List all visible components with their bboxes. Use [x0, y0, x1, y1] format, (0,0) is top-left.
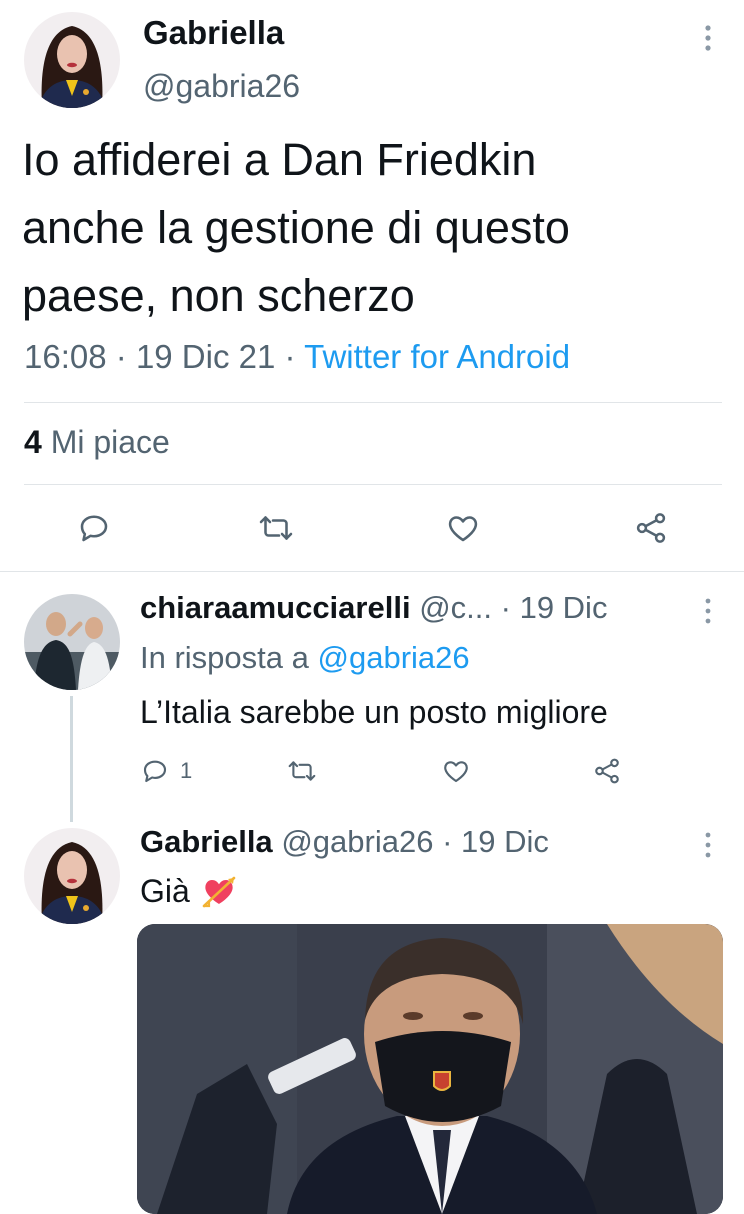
- attached-photo[interactable]: [137, 924, 723, 1214]
- retweet-icon[interactable]: [256, 510, 296, 546]
- author-handle[interactable]: @gabria26: [281, 824, 433, 859]
- reply-icon[interactable]: [76, 510, 112, 546]
- divider: [24, 402, 722, 403]
- like-icon[interactable]: [444, 510, 482, 546]
- reply-count: 1: [180, 758, 193, 783]
- reply-header: chiaraamucciarelli @c... · 19 Dic: [140, 590, 607, 626]
- avatar[interactable]: [24, 828, 120, 924]
- heart-arrow-emoji: [200, 872, 238, 910]
- divider: [0, 571, 744, 572]
- reply-date[interactable]: 19 Dic: [461, 824, 549, 859]
- tweet-meta: 16:08 · 19 Dic 21 · Twitter for Android: [24, 338, 570, 376]
- avatar[interactable]: [24, 12, 120, 108]
- in-reply-prefix: In risposta a: [140, 640, 309, 675]
- reply-icon: [140, 756, 170, 786]
- meta-separator: ·: [284, 338, 296, 375]
- likes-stat[interactable]: 4 Mi piace: [24, 424, 170, 461]
- reply-text: L’Italia sarebbe un posto migliore: [140, 694, 608, 730]
- in-reply-handle[interactable]: @gabria26: [318, 640, 470, 675]
- author-handle[interactable]: @c...: [419, 590, 492, 625]
- in-reply-to: In risposta a @gabria26: [140, 640, 470, 676]
- meta-separator: ·: [115, 338, 127, 375]
- share-icon[interactable]: [592, 756, 622, 786]
- more-icon[interactable]: [698, 596, 718, 626]
- more-icon[interactable]: [698, 830, 718, 860]
- author-handle[interactable]: @gabria26: [143, 68, 300, 105]
- reply-text: Già: [140, 872, 238, 910]
- like-icon[interactable]: [441, 756, 471, 786]
- reply-date[interactable]: 19 Dic: [520, 590, 608, 625]
- divider: [24, 484, 722, 485]
- author-name[interactable]: Gabriella: [140, 824, 273, 859]
- reply-text-content: Già: [140, 872, 190, 909]
- tweet-time[interactable]: 16:08: [24, 338, 107, 375]
- tweet-date[interactable]: 19 Dic 21: [136, 338, 275, 375]
- tweet-text-line: anche la gestione di questo: [22, 202, 570, 253]
- tweet-text: Io affiderei a Dan Friedkin anche la ges…: [22, 126, 570, 330]
- author-name[interactable]: chiaraamucciarelli: [140, 590, 411, 625]
- avatar[interactable]: [24, 594, 120, 690]
- tweet-text-line: paese, non scherzo: [22, 270, 415, 321]
- tweet-source[interactable]: Twitter for Android: [304, 338, 570, 375]
- tweet-text-line: Io affiderei a Dan Friedkin: [22, 134, 537, 185]
- likes-count: 4: [24, 424, 42, 460]
- author-name[interactable]: Gabriella: [143, 14, 284, 52]
- likes-label: Mi piace: [50, 424, 170, 460]
- reply-button[interactable]: 1: [140, 756, 192, 786]
- meta-separator: ·: [442, 824, 453, 859]
- share-icon[interactable]: [632, 510, 670, 546]
- thread-line: [70, 696, 73, 822]
- retweet-icon[interactable]: [286, 756, 318, 786]
- meta-separator: ·: [500, 590, 511, 625]
- more-icon[interactable]: [698, 22, 718, 54]
- reply-header: Gabriella @gabria26 · 19 Dic: [140, 824, 549, 860]
